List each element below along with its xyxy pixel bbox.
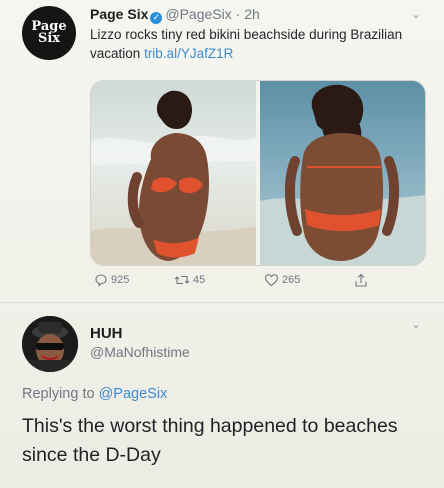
replying-prefix: Replying to bbox=[22, 386, 95, 402]
tweet2-handle[interactable]: @MaNofhistime bbox=[90, 344, 190, 360]
chevron-down-icon[interactable]: ⌄ bbox=[410, 318, 422, 330]
tweet1-media[interactable] bbox=[90, 80, 426, 266]
tweet1-body: Lizzo rocks tiny red bikini beachside du… bbox=[90, 27, 403, 61]
tweet1-text: Lizzo rocks tiny red bikini beachside du… bbox=[90, 25, 420, 63]
tweet-divider bbox=[0, 302, 444, 303]
tweet1-handle[interactable]: @PageSix bbox=[165, 6, 231, 22]
screen: Page Six Page Six ✓ @PageSix · 2h ⌄ Lizzo … bbox=[0, 0, 444, 488]
avatar-image bbox=[22, 316, 78, 372]
tweet1-link[interactable]: trib.al/YJafZ1R bbox=[144, 46, 233, 61]
retweet-action[interactable]: 45 bbox=[174, 273, 205, 287]
reply-count: 925 bbox=[111, 274, 130, 286]
chevron-down-icon[interactable]: ⌄ bbox=[410, 8, 422, 20]
huh-avatar[interactable] bbox=[22, 316, 78, 372]
replying-to-line: Replying to @PageSix bbox=[22, 386, 167, 402]
heart-icon bbox=[264, 274, 279, 287]
verified-badge-icon: ✓ bbox=[150, 12, 163, 24]
media-photos bbox=[91, 81, 425, 265]
reply-icon bbox=[95, 274, 107, 287]
replying-to-handle[interactable]: @PageSix bbox=[99, 386, 168, 402]
photo-left bbox=[91, 81, 256, 265]
tweet1-time[interactable]: 2h bbox=[244, 6, 260, 22]
photo-right bbox=[260, 81, 425, 265]
share-icon bbox=[355, 273, 367, 287]
pagesix-avatar[interactable]: Page Six bbox=[22, 6, 76, 60]
tweet2-display-name[interactable]: HUH bbox=[90, 325, 123, 342]
reply-action[interactable]: 925 bbox=[94, 273, 129, 287]
retweet-count: 45 bbox=[193, 274, 206, 286]
like-action[interactable]: 265 bbox=[264, 273, 300, 287]
like-count: 265 bbox=[282, 274, 301, 286]
share-action[interactable] bbox=[354, 273, 368, 288]
tweet1-header: Page Six ✓ @PageSix · 2h bbox=[90, 6, 260, 24]
tweet1-display-name[interactable]: Page Six bbox=[90, 6, 148, 22]
avatar-text-line2: Six bbox=[37, 31, 61, 46]
tweet1-separator: · bbox=[235, 6, 241, 22]
retweet-icon bbox=[174, 275, 190, 285]
tweet2-text: This's the worst thing happened to beach… bbox=[22, 415, 398, 466]
tweet1-actions: 925 45 265 bbox=[90, 273, 390, 291]
